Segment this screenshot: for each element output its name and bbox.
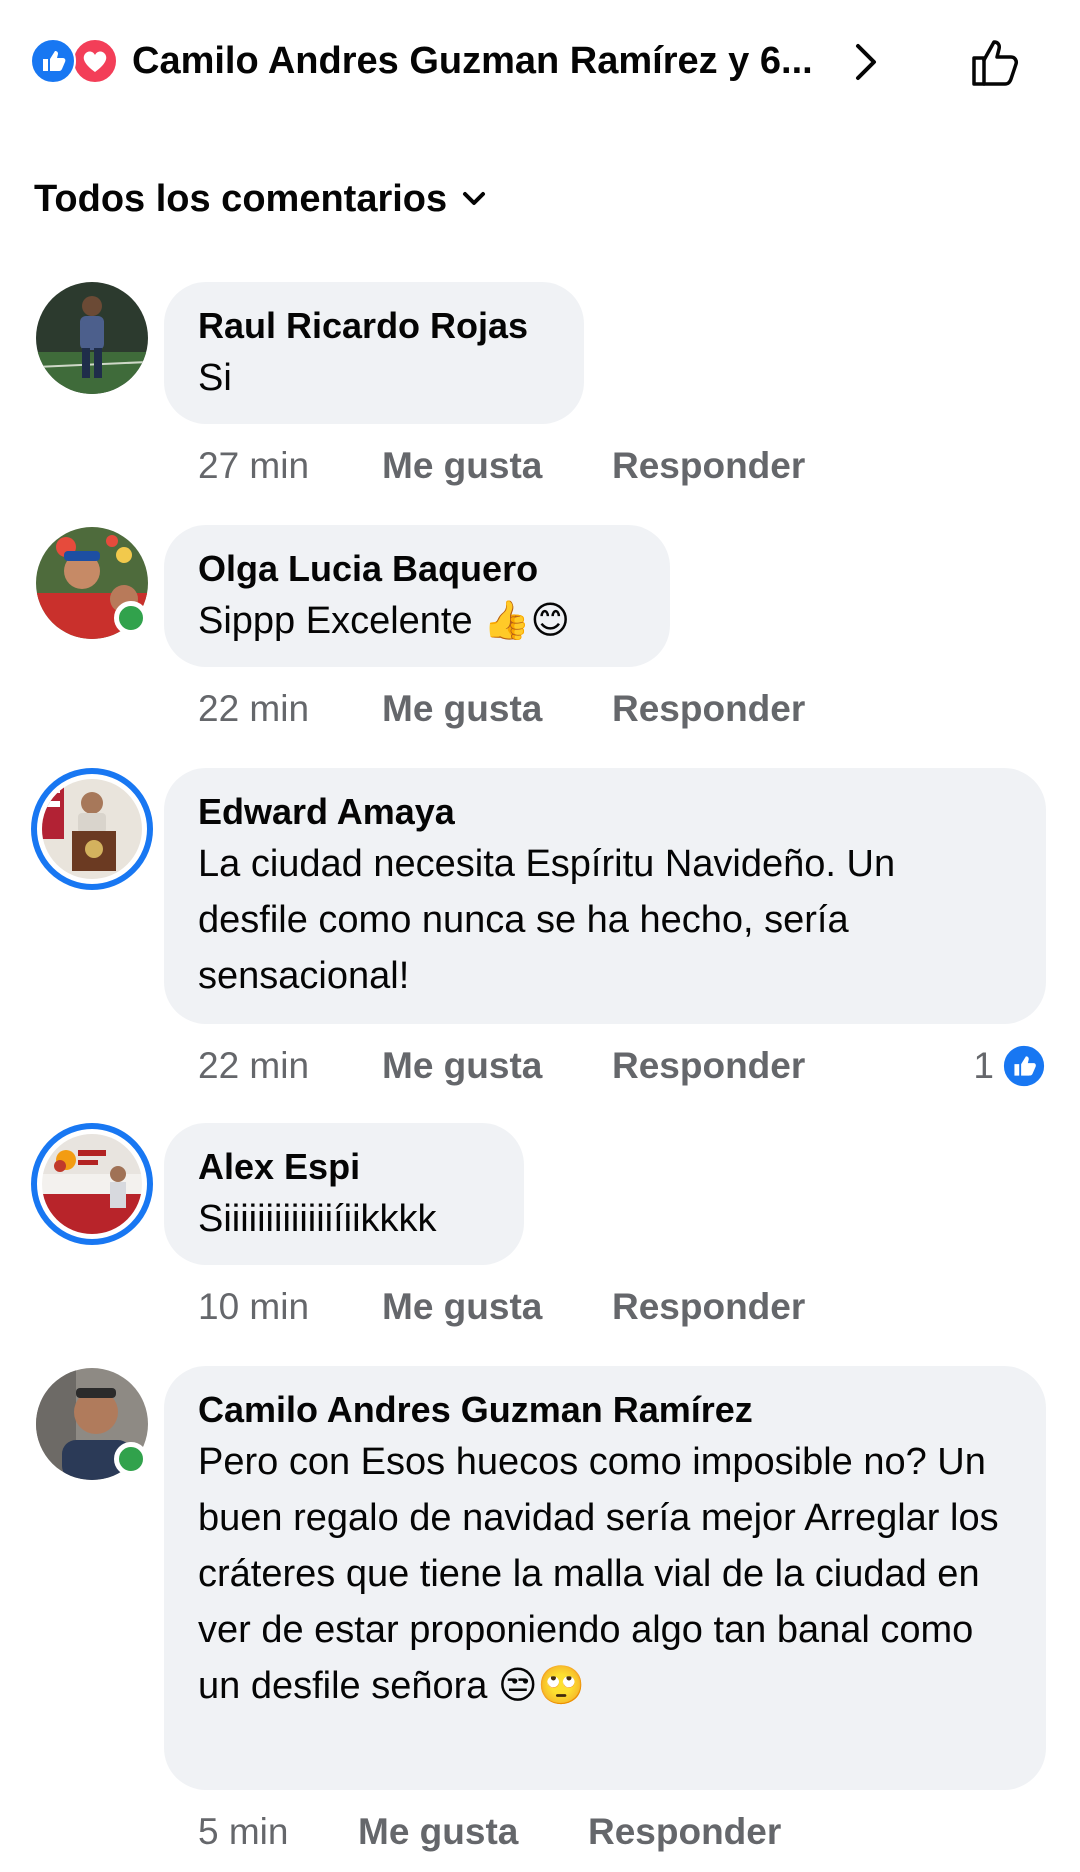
comment-bubble[interactable]: Camilo Andres Guzman Ramírez Pero con Es… bbox=[164, 1366, 1046, 1790]
online-status-indicator bbox=[114, 601, 148, 635]
reaction-summary[interactable] bbox=[30, 38, 122, 84]
reactions-header[interactable]: Camilo Andres Guzman Ramírez y 6... bbox=[0, 0, 1080, 120]
avatar[interactable] bbox=[31, 768, 153, 890]
like-button[interactable]: Me gusta bbox=[382, 1042, 612, 1090]
like-post-icon[interactable] bbox=[968, 34, 1024, 90]
comment-reaction-count[interactable]: 1 bbox=[973, 1042, 1046, 1090]
like-icon bbox=[30, 38, 76, 84]
like-button[interactable]: Me gusta bbox=[358, 1808, 588, 1856]
comment-text: Siiiiiiiiiiiiiíiikkkk bbox=[198, 1198, 437, 1240]
comment-time[interactable]: 22 min bbox=[198, 1042, 382, 1090]
chevron-down-icon bbox=[463, 192, 486, 205]
comment-actions: 5 min Me gusta Responder bbox=[198, 1808, 781, 1856]
comment-actions: 27 min Me gusta Responder bbox=[198, 442, 805, 490]
comment-time[interactable]: 27 min bbox=[198, 442, 382, 490]
comment-actions: 22 min Me gusta Responder bbox=[198, 1042, 805, 1090]
comment-text: Pero con Esos huecos como imposible no? … bbox=[198, 1441, 1010, 1707]
comment-time[interactable]: 5 min bbox=[198, 1808, 358, 1856]
comment-text: Si bbox=[198, 357, 232, 399]
comment-author[interactable]: Raul Ricardo Rojas bbox=[198, 302, 550, 350]
like-button[interactable]: Me gusta bbox=[382, 442, 612, 490]
comment-actions: 22 min Me gusta Responder bbox=[198, 685, 805, 733]
reply-button[interactable]: Responder bbox=[588, 1808, 781, 1856]
comment-time[interactable]: 10 min bbox=[198, 1283, 382, 1331]
avatar[interactable] bbox=[36, 282, 148, 394]
reply-button[interactable]: Responder bbox=[612, 1042, 805, 1090]
online-status-indicator bbox=[114, 1442, 148, 1476]
comment-bubble[interactable]: Edward Amaya La ciudad necesita Espíritu… bbox=[164, 768, 1046, 1024]
chevron-right-icon[interactable] bbox=[852, 42, 880, 82]
comment-time[interactable]: 22 min bbox=[198, 685, 382, 733]
filter-label: Todos los comentarios bbox=[34, 178, 448, 220]
comments-filter-dropdown[interactable]: Todos los comentarios bbox=[34, 174, 487, 224]
reply-button[interactable]: Responder bbox=[612, 685, 805, 733]
reply-button[interactable]: Responder bbox=[612, 1283, 805, 1331]
reply-button[interactable]: Responder bbox=[612, 442, 805, 490]
comment-author[interactable]: Olga Lucia Baquero bbox=[198, 545, 636, 593]
comment-bubble[interactable]: Raul Ricardo Rojas Si bbox=[164, 282, 584, 424]
comment-actions: 10 min Me gusta Responder bbox=[198, 1283, 805, 1331]
reactors-summary-text[interactable]: Camilo Andres Guzman Ramírez y 6... bbox=[132, 36, 842, 86]
comment-text: Sippp Excelente 👍😊 bbox=[198, 600, 571, 642]
comment-bubble[interactable]: Olga Lucia Baquero Sippp Excelente 👍😊 bbox=[164, 525, 670, 667]
comment-author[interactable]: Alex Espi bbox=[198, 1143, 490, 1191]
avatar[interactable] bbox=[31, 1123, 153, 1245]
reaction-count-value: 1 bbox=[973, 1045, 994, 1086]
like-icon bbox=[1002, 1044, 1046, 1088]
comment-text: La ciudad necesita Espíritu Navideño. Un… bbox=[198, 843, 906, 997]
love-icon bbox=[72, 38, 118, 84]
like-button[interactable]: Me gusta bbox=[382, 685, 612, 733]
comment-author[interactable]: Edward Amaya bbox=[198, 788, 1012, 836]
comment-author[interactable]: Camilo Andres Guzman Ramírez bbox=[198, 1386, 1012, 1434]
like-button[interactable]: Me gusta bbox=[382, 1283, 612, 1331]
comment-bubble[interactable]: Alex Espi Siiiiiiiiiiiiiíiikkkk bbox=[164, 1123, 524, 1265]
